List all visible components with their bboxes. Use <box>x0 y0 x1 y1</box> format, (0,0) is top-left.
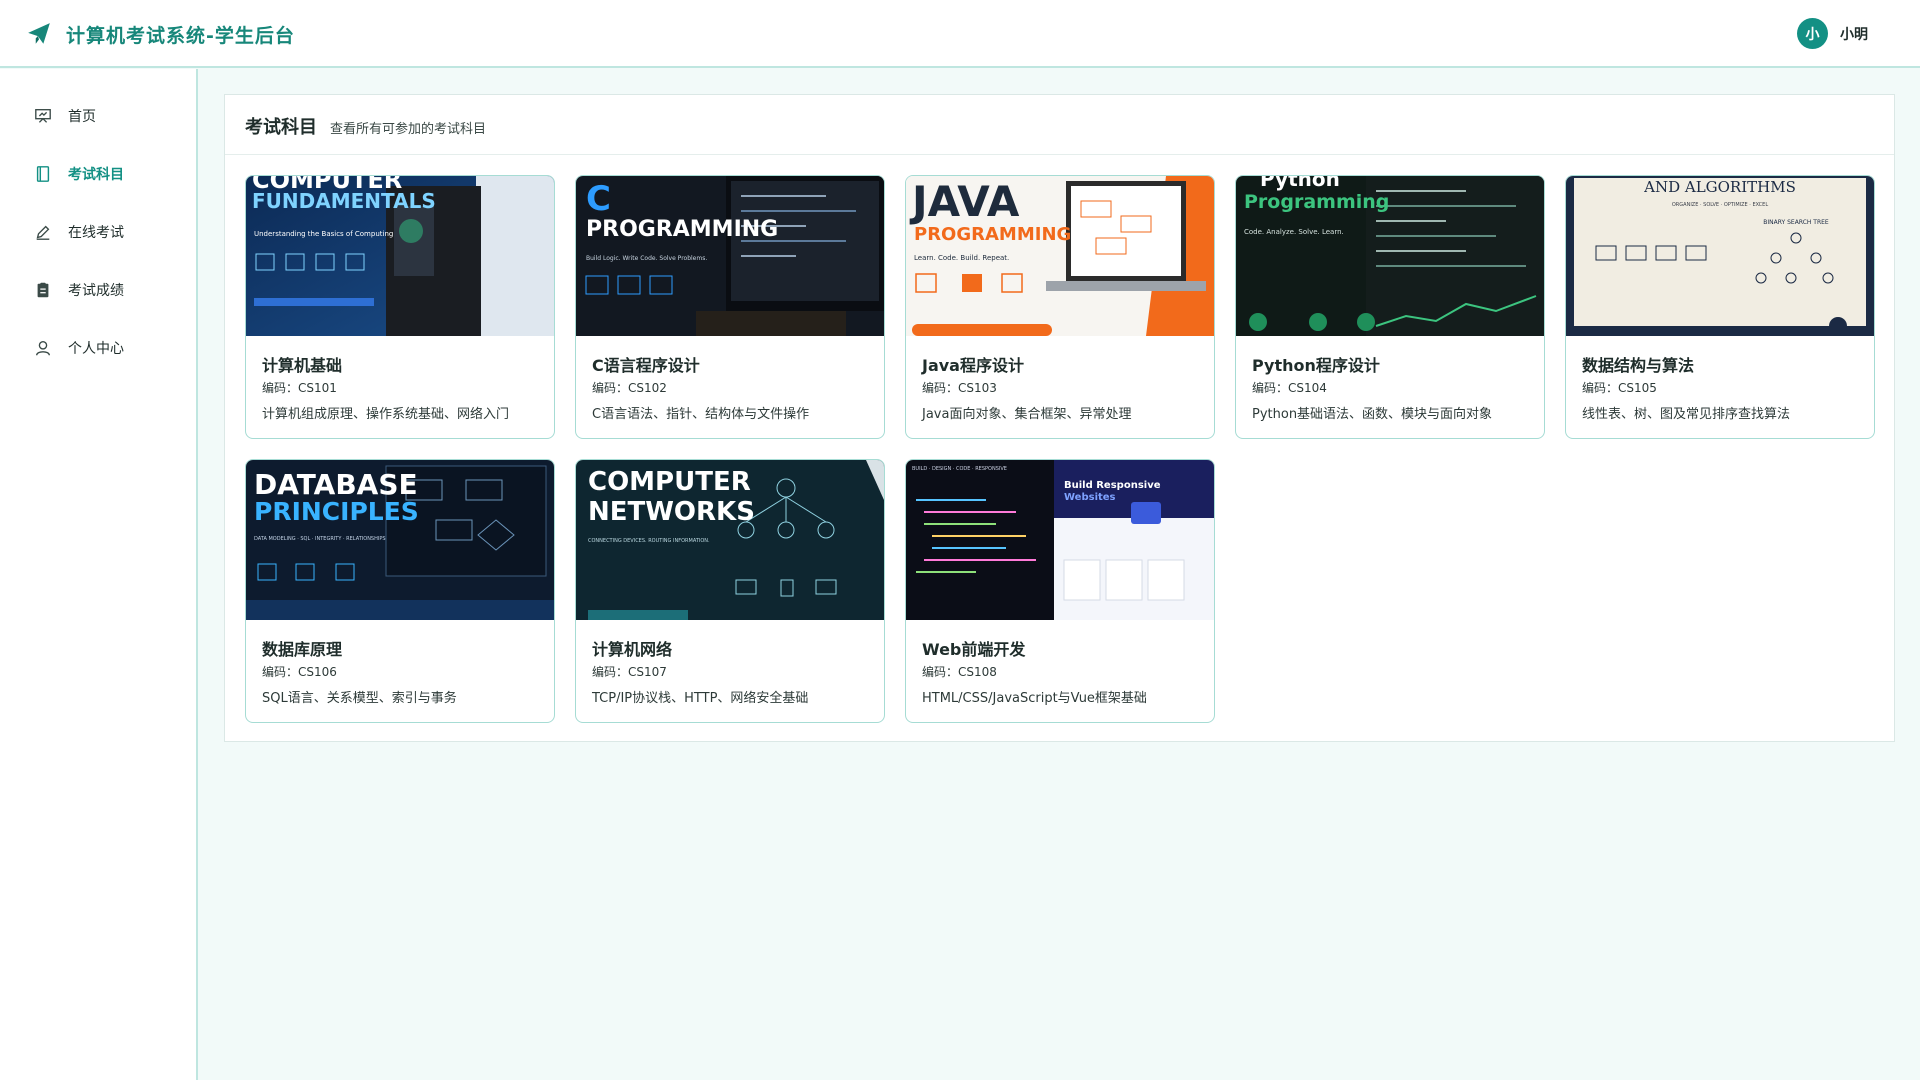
sidebar-item-label: 首页 <box>68 109 96 125</box>
course-code: 编码：CS108 <box>922 665 997 679</box>
svg-text:PRINCIPLES: PRINCIPLES <box>254 497 419 526</box>
course-title: Java程序设计 <box>922 356 1024 375</box>
svg-text:AND ALGORITHMS: AND ALGORITHMS <box>1643 178 1796 196</box>
user-menu[interactable]: 小 小明 <box>1797 18 1868 49</box>
svg-text:Learn. Code. Build. Repeat.: Learn. Code. Build. Repeat. <box>914 254 1009 262</box>
user-icon <box>36 341 50 356</box>
sidebar-item-scores[interactable]: 考试成绩 <box>0 270 196 310</box>
svg-text:CONNECTING DEVICES. ROUTING IN: CONNECTING DEVICES. ROUTING INFORMATION. <box>588 538 710 544</box>
course-cover-image: C PROGRAMMING Build Logic. Write Code. S… <box>576 176 884 336</box>
svg-text:PROGRAMMING: PROGRAMMING <box>914 224 1071 245</box>
course-card[interactable]: Build Responsive Websites BUILD · DESIGN… <box>905 459 1215 723</box>
course-title: Python程序设计 <box>1252 356 1380 375</box>
course-code: 编码：CS106 <box>262 665 337 679</box>
sidebar-item-online-exam[interactable]: 在线考试 <box>0 212 196 252</box>
course-cover-image: DATABASE PRINCIPLES DATA MODELING · SQL … <box>246 460 554 620</box>
course-title: Web前端开发 <box>922 640 1026 659</box>
svg-text:Python: Python <box>1260 176 1340 191</box>
course-card[interactable]: C PROGRAMMING Build Logic. Write Code. S… <box>575 175 885 439</box>
panel-header: 考试科目 查看所有可参加的考试科目 <box>225 95 1894 155</box>
course-card[interactable]: COMPUTER FUNDAMENTALS Understanding the … <box>245 175 555 439</box>
presentation-icon <box>35 109 51 123</box>
brand[interactable]: 计算机考试系统-学生后台 <box>26 18 295 50</box>
course-description: HTML/CSS/JavaScript与Vue框架基础 <box>922 691 1147 706</box>
sidebar-item-home[interactable]: 首页 <box>0 96 196 136</box>
course-code: 编码：CS103 <box>922 381 997 395</box>
svg-text:Websites: Websites <box>1064 492 1116 503</box>
sidebar-item-label: 考试科目 <box>68 167 124 183</box>
svg-text:Build Logic. Write Code. Solve: Build Logic. Write Code. Solve Problems. <box>586 255 707 262</box>
svg-text:JAVA: JAVA <box>909 177 1020 226</box>
course-description: 计算机组成原理、操作系统基础、网络入门 <box>262 407 510 422</box>
course-card[interactable]: Python Programming Code. Analyze. Solve.… <box>1235 175 1545 439</box>
course-cover-image: Python Programming Code. Analyze. Solve.… <box>1236 176 1544 336</box>
sidebar: 首页 考试科目 在线考试 考试成绩 个人中心 <box>0 69 198 1080</box>
course-title: 数据库原理 <box>262 640 343 659</box>
course-code: 编码：CS102 <box>592 381 667 395</box>
course-code: 编码：CS101 <box>262 381 337 395</box>
sidebar-item-label: 在线考试 <box>68 225 124 241</box>
course-card[interactable]: COMPUTER NETWORKS CONNECTING DEVICES. RO… <box>575 459 885 723</box>
paper-plane-icon <box>28 23 50 44</box>
sidebar-item-label: 考试成绩 <box>68 283 124 299</box>
course-title: 计算机网络 <box>592 640 673 659</box>
svg-text:COMPUTER: COMPUTER <box>588 467 751 497</box>
svg-text:DATA MODELING · SQL · INTEGRIT: DATA MODELING · SQL · INTEGRITY · RELATI… <box>254 536 386 542</box>
top-header: 计算机考试系统-学生后台 小 小明 <box>0 0 1920 68</box>
username[interactable]: 小明 <box>1840 24 1868 44</box>
course-cover-image: JAVA PROGRAMMING Learn. Code. Build. Rep… <box>906 176 1214 336</box>
sidebar-item-label: 个人中心 <box>68 341 124 357</box>
page-title: 考试科目 <box>245 117 317 138</box>
subjects-panel: 考试科目 查看所有可参加的考试科目 COMPUTER FUNDAMENTALS … <box>224 94 1895 742</box>
svg-text:BUILD · DESIGN · CODE · RESPON: BUILD · DESIGN · CODE · RESPONSIVE <box>912 466 1007 472</box>
course-description: Java面向对象、集合框架、异常处理 <box>922 407 1132 422</box>
book-icon <box>36 166 50 182</box>
course-cover-image: AND ALGORITHMS ORGANIZE · SOLVE · OPTIMI… <box>1566 176 1874 336</box>
clipboard-icon <box>37 282 49 298</box>
course-title: 计算机基础 <box>262 356 343 375</box>
svg-text:Code. Analyze. Solve. Learn.: Code. Analyze. Solve. Learn. <box>1244 228 1344 236</box>
course-title: 数据结构与算法 <box>1582 356 1695 375</box>
svg-text:NETWORKS: NETWORKS <box>588 497 755 527</box>
svg-text:Build Responsive: Build Responsive <box>1064 480 1161 491</box>
course-code: 编码：CS104 <box>1252 381 1327 395</box>
svg-text:ORGANIZE · SOLVE · OPTIMIZE ·: ORGANIZE · SOLVE · OPTIMIZE · EXCEL <box>1672 202 1768 208</box>
course-description: C语言语法、指针、结构体与文件操作 <box>592 407 810 422</box>
svg-text:Programming: Programming <box>1244 191 1389 213</box>
svg-text:Understanding the Basics of Co: Understanding the Basics of Computing <box>254 230 393 238</box>
course-code: 编码：CS105 <box>1582 381 1657 395</box>
course-cover-image: COMPUTER NETWORKS CONNECTING DEVICES. RO… <box>576 460 884 620</box>
course-description: TCP/IP协议栈、HTTP、网络安全基础 <box>592 691 809 706</box>
page-subtitle: 查看所有可参加的考试科目 <box>330 122 487 137</box>
course-cover-image: COMPUTER FUNDAMENTALS Understanding the … <box>246 176 554 336</box>
course-card[interactable]: AND ALGORITHMS ORGANIZE · SOLVE · OPTIMI… <box>1565 175 1875 439</box>
app-title: 计算机考试系统-学生后台 <box>66 24 295 47</box>
course-description: Python基础语法、函数、模块与面向对象 <box>1252 407 1493 422</box>
course-code: 编码：CS107 <box>592 665 667 679</box>
course-title: C语言程序设计 <box>592 356 700 375</box>
svg-text:PROGRAMMING: PROGRAMMING <box>586 217 778 242</box>
svg-text:BINARY SEARCH TREE: BINARY SEARCH TREE <box>1763 219 1829 226</box>
course-cover-image: Build Responsive Websites BUILD · DESIGN… <box>906 460 1214 620</box>
course-card[interactable]: JAVA PROGRAMMING Learn. Code. Build. Rep… <box>905 175 1215 439</box>
sidebar-item-profile[interactable]: 个人中心 <box>0 328 196 368</box>
course-description: 线性表、树、图及常见排序查找算法 <box>1582 407 1791 422</box>
course-description: SQL语言、关系模型、索引与事务 <box>262 691 457 706</box>
svg-text:C: C <box>586 179 611 219</box>
svg-text:FUNDAMENTALS: FUNDAMENTALS <box>252 189 436 213</box>
course-card[interactable]: DATABASE PRINCIPLES DATA MODELING · SQL … <box>245 459 555 723</box>
sidebar-item-subjects[interactable]: 考试科目 <box>0 154 196 194</box>
pen-icon <box>36 225 50 240</box>
avatar[interactable]: 小 <box>1797 18 1828 49</box>
